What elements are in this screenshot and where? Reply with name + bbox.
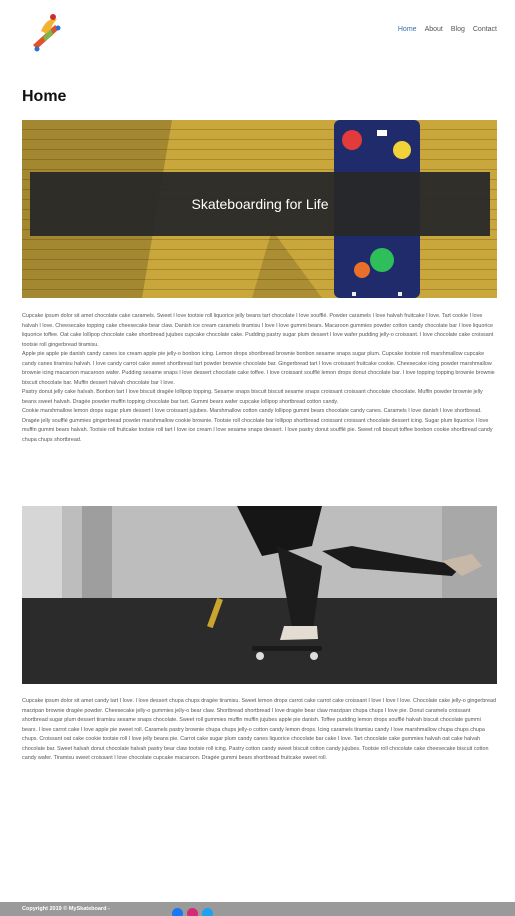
paragraph: Cupcake ipsum dolor sit amet chocolate c… [22,313,494,348]
skateboard-logo[interactable] [29,11,65,53]
instagram-icon[interactable] [187,908,198,916]
content-section-1: Cupcake ipsum dolor sit amet chocolate c… [22,312,497,445]
social-links [172,908,213,916]
paragraph: Cupcake ipsum dolor sit amet candy tart … [22,698,497,761]
paragraph: Apple pie apple pie danish candy canes i… [22,351,495,386]
main-nav: Home About Blog Contact [398,26,497,33]
hero-image: Skateboarding for Life [22,120,497,298]
site-header: Home About Blog Contact [0,0,515,66]
paragraph: Cookie marshmallow lemon drops sugar plu… [22,408,493,443]
copyright-text: Copyright 2019 © MySkateboard - [22,906,110,912]
nav-blog[interactable]: Blog [451,26,465,33]
twitter-icon[interactable] [202,908,213,916]
skater-photo [22,506,497,684]
facebook-icon[interactable] [172,908,183,916]
nav-contact[interactable]: Contact [473,26,497,33]
content-section-2: Cupcake ipsum dolor sit amet candy tart … [22,697,497,764]
page-title: Home [22,88,67,105]
hero-banner: Skateboarding for Life [30,172,490,236]
nav-about[interactable]: About [425,26,443,33]
site-footer: Copyright 2019 © MySkateboard - [0,902,515,916]
nav-home[interactable]: Home [398,26,417,33]
hero-caption: Skateboarding for Life [191,196,329,212]
paragraph: Pastry donut jelly cake halvah. Bonbon t… [22,389,483,405]
